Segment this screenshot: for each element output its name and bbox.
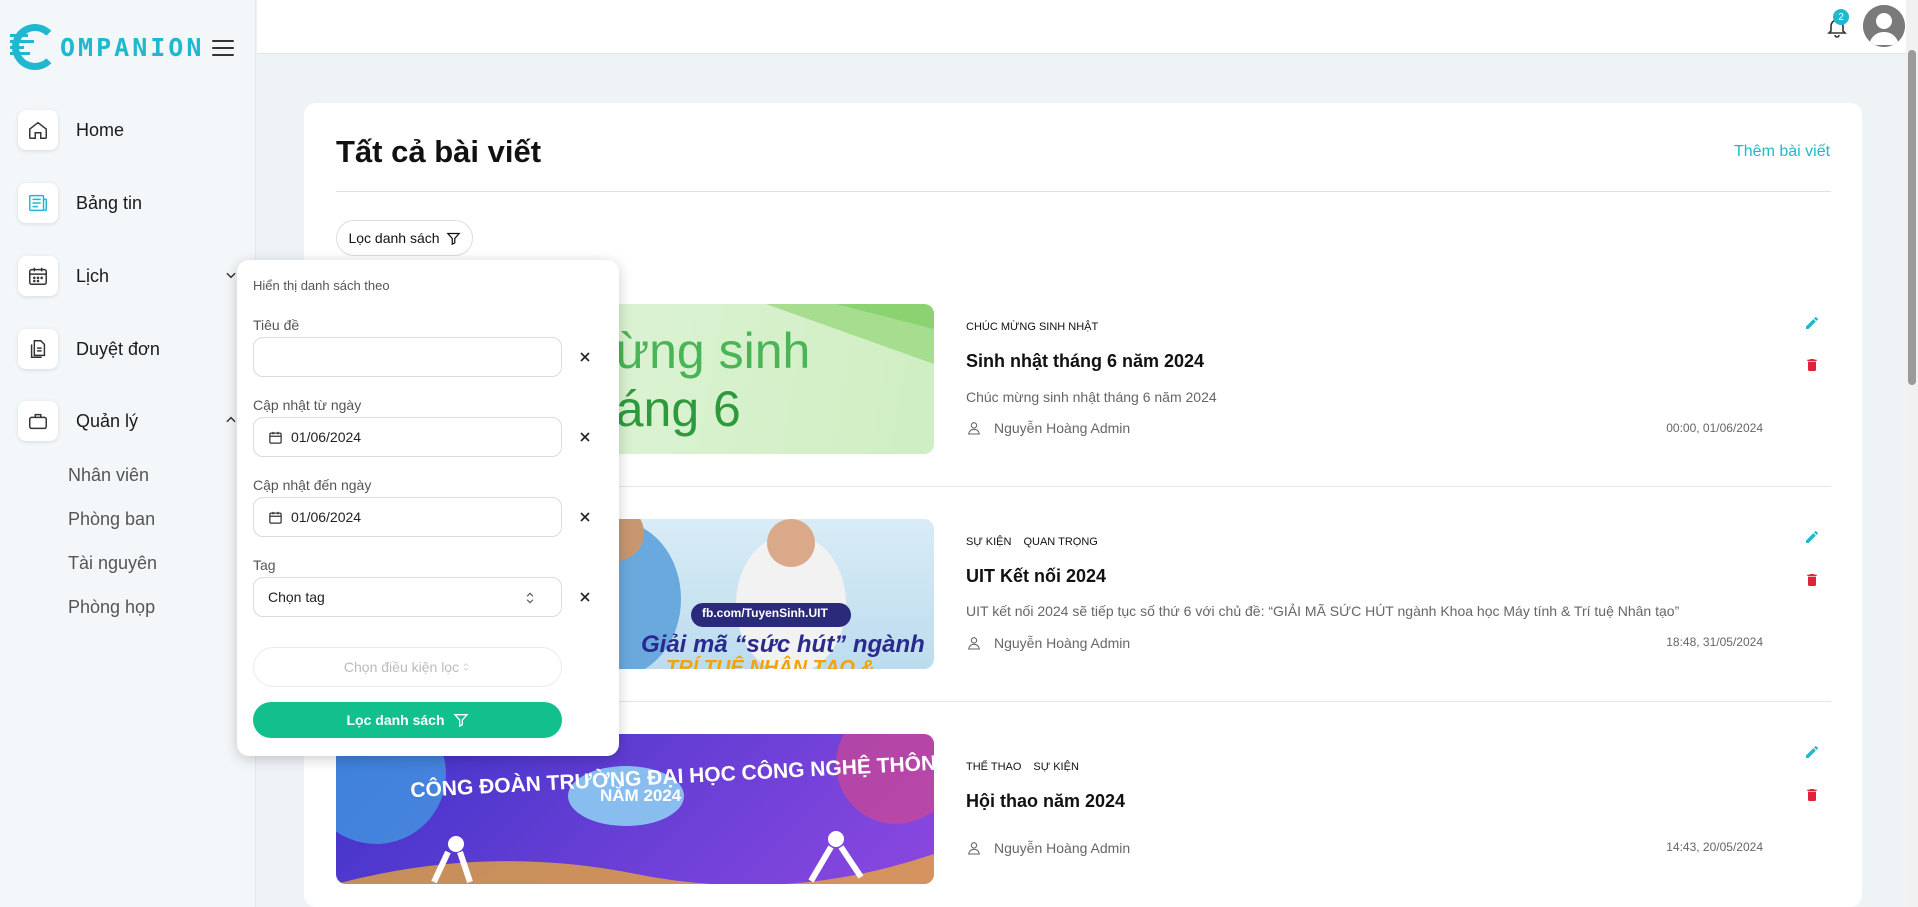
tag: SỰ KIỆN [966, 536, 1012, 548]
logo-c-mark [12, 24, 58, 70]
post-tags: CHÚC MỪNG SINH NHẬT [966, 321, 1098, 333]
sidebar-subitem-meeting-rooms[interactable]: Phòng họp [68, 597, 155, 618]
condition-select[interactable]: Chọn điều kiện lọc [253, 647, 562, 687]
sidebar-item-approvals[interactable]: Duyệt đơn [18, 327, 238, 371]
clear-from-date-icon[interactable] [577, 429, 593, 445]
calendar-icon [269, 431, 282, 444]
image-text: NĂM 2024 [600, 786, 682, 805]
newspaper-icon [18, 183, 58, 223]
delete-icon[interactable] [1804, 572, 1820, 588]
apply-filter-button[interactable]: Lọc danh sách [253, 702, 562, 738]
tag-select-value: Chọn tag [268, 589, 325, 605]
briefcase-icon [18, 401, 58, 441]
clear-tag-icon[interactable] [577, 589, 593, 605]
scrollbar-thumb[interactable] [1908, 50, 1916, 385]
clear-title-icon[interactable] [577, 349, 593, 365]
to-date-input[interactable]: 01/06/2024 [253, 497, 562, 537]
sidebar-subitem-resources[interactable]: Tài nguyên [68, 553, 157, 574]
post-description: UIT kết nối 2024 sẽ tiếp tục số thứ 6 vớ… [966, 603, 1680, 619]
tag: CHÚC MỪNG SINH NHẬT [966, 321, 1099, 333]
tag-select[interactable]: Chọn tag [253, 577, 562, 617]
popup-header: Hiển thị danh sách theo [253, 278, 390, 293]
avatar[interactable] [1863, 5, 1905, 47]
filter-icon [453, 714, 468, 728]
select-arrows-icon [463, 663, 469, 671]
user-icon [968, 637, 980, 650]
edit-icon[interactable] [1804, 529, 1820, 545]
post-time: 14:43, 20/05/2024 [1666, 840, 1763, 854]
post-tags: THỂ THAO SỰ KIỆN [966, 761, 1079, 773]
chevron-up-icon[interactable] [224, 413, 238, 427]
sidebar-item-label: Lịch [76, 265, 110, 286]
companion-logo[interactable]: OMPANION [10, 24, 205, 70]
sidebar-subitem-employees[interactable]: Nhân viên [68, 465, 149, 486]
to-date-value: 01/06/2024 [291, 509, 362, 525]
documents-icon [18, 329, 58, 369]
post-author: Nguyễn Hoàng Admin [966, 635, 1130, 651]
from-date-input[interactable]: 01/06/2024 [253, 417, 562, 457]
post-title[interactable]: Sinh nhật tháng 6 năm 2024 [966, 351, 1204, 372]
sidebar-item-news[interactable]: Bảng tin [18, 181, 238, 225]
post-title[interactable]: UIT Kết nối 2024 [966, 566, 1106, 587]
sidebar: OMPANION Home Bảng tin Lịch Duyệt đơn Qu… [0, 0, 256, 907]
to-date-label: Cập nhật đến ngày [253, 477, 372, 493]
image-text: fb.com/TuyenSinh.UIT [702, 606, 828, 620]
author-name: Nguyễn Hoàng Admin [994, 635, 1131, 651]
image-text: Giải mã “sức hút” ngành [641, 631, 925, 658]
sidebar-item-label: Duyệt đơn [76, 338, 160, 359]
title-field-label: Tiêu đề [253, 317, 300, 333]
filter-button-label: Lọc danh sách [348, 230, 440, 246]
delete-icon[interactable] [1804, 787, 1820, 803]
clear-to-date-icon[interactable] [577, 509, 593, 525]
filter-icon [446, 232, 461, 245]
post-author: Nguyễn Hoàng Admin [966, 420, 1130, 436]
sidebar-item-management[interactable]: Quản lý [18, 399, 238, 443]
from-date-label: Cập nhật từ ngày [253, 397, 362, 413]
calendar-icon [269, 511, 282, 524]
post-description: Chúc mừng sinh nhật tháng 6 năm 2024 [966, 389, 1217, 405]
post-author: Nguyễn Hoàng Admin [966, 840, 1130, 856]
menu-toggle-icon[interactable] [212, 40, 234, 58]
page-scrollbar[interactable] [1906, 0, 1918, 907]
filter-list-button[interactable]: Lọc danh sách [336, 220, 473, 256]
edit-icon[interactable] [1804, 315, 1820, 331]
notification-badge: 2 [1833, 9, 1849, 25]
sidebar-item-calendar[interactable]: Lịch [18, 254, 238, 298]
page-title: Tất cả bài viết [336, 134, 542, 169]
user-icon [968, 842, 980, 855]
from-date-value: 01/06/2024 [291, 429, 362, 445]
edit-icon[interactable] [1804, 744, 1820, 760]
logo-text: OMPANION [60, 32, 205, 62]
post-tags: SỰ KIỆN QUAN TRỌNG [966, 536, 1098, 548]
apply-filter-label: Lọc danh sách [346, 712, 445, 728]
sidebar-item-label: Home [76, 119, 125, 140]
topbar [257, 0, 1918, 54]
image-text: TRÍ TUỆ NHÂN TẠO & [666, 657, 875, 669]
post-time: 18:48, 31/05/2024 [1666, 635, 1763, 649]
add-post-link[interactable]: Thêm bài viết [1734, 143, 1830, 161]
home-icon [18, 110, 58, 150]
sidebar-item-label: Bảng tin [76, 192, 143, 213]
author-name: Nguyễn Hoàng Admin [994, 420, 1131, 436]
sidebar-item-home[interactable]: Home [18, 108, 238, 152]
tag: QUAN TRỌNG [1023, 536, 1098, 548]
delete-icon[interactable] [1804, 357, 1820, 373]
select-arrows-icon [526, 592, 534, 604]
title-input[interactable] [253, 337, 562, 377]
post-time: 00:00, 01/06/2024 [1666, 421, 1763, 435]
tag-field-label: Tag [253, 557, 276, 573]
condition-placeholder: Chọn điều kiện lọc [343, 659, 460, 675]
sidebar-item-label: Quản lý [76, 410, 139, 431]
author-name: Nguyễn Hoàng Admin [994, 840, 1131, 856]
sidebar-subitem-departments[interactable]: Phòng ban [68, 509, 155, 530]
filter-popup: Hiển thị danh sách theo Tiêu đề Cập nhật… [237, 260, 619, 756]
post-image[interactable]: CÔNG ĐOÀN TRƯỜNG ĐẠI HỌC CÔNG NGHỆ THÔNG… [336, 734, 934, 884]
user-icon [968, 422, 980, 435]
divider [336, 191, 1831, 192]
tag: THỂ THAO [966, 761, 1022, 773]
calendar-icon [18, 256, 58, 296]
post-title[interactable]: Hội thao năm 2024 [966, 791, 1125, 812]
tag: SỰ KIỆN [1033, 761, 1079, 773]
chevron-down-icon[interactable] [224, 268, 238, 282]
